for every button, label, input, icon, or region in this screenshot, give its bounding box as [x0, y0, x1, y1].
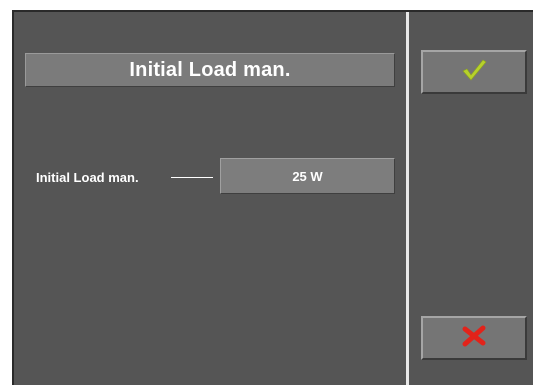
device-screen: Initial Load man. Initial Load man. 25 W [0, 0, 533, 385]
frame-top [0, 0, 533, 10]
cross-icon [462, 325, 486, 352]
initial-load-label: Initial Load man. [36, 170, 139, 185]
page-title: Initial Load man. [129, 58, 291, 81]
title-bar: Initial Load man. [25, 53, 395, 87]
label-connector-line [171, 177, 213, 178]
cancel-button[interactable] [421, 316, 527, 360]
frame-left [0, 0, 12, 385]
checkmark-icon [461, 58, 487, 87]
initial-load-value-field[interactable]: 25 W [220, 158, 395, 194]
frame-line-left [12, 10, 14, 385]
confirm-button[interactable] [421, 50, 527, 94]
panel-divider [406, 12, 409, 385]
frame-line-top [12, 10, 533, 12]
